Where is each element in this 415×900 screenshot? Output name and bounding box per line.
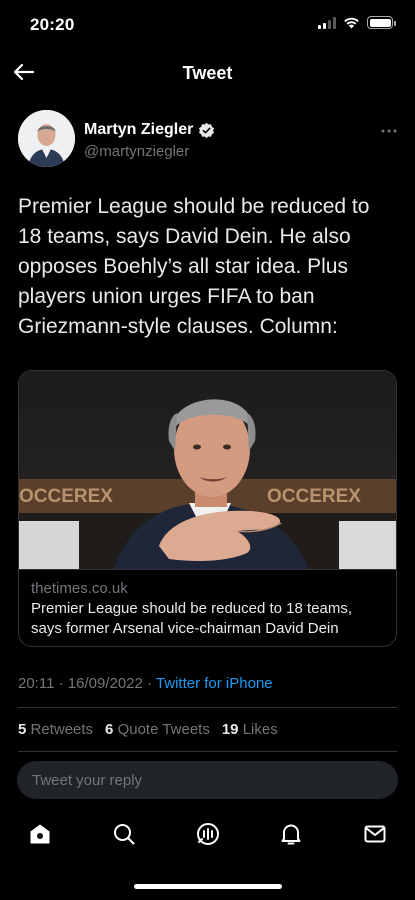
author-row: Martyn Ziegler @martynziegler xyxy=(18,110,397,170)
reply-input[interactable]: Tweet your reply xyxy=(17,761,398,799)
likes-count: 19 xyxy=(221,721,239,738)
tab-spaces[interactable] xyxy=(190,816,226,852)
retweets-count: 5 xyxy=(18,721,27,738)
meta-separator-2: · xyxy=(142,675,156,692)
more-options-button[interactable] xyxy=(381,120,397,138)
card-body: thetimes.co.uk Premier League should be … xyxy=(19,569,396,646)
cellular-signal-icon xyxy=(318,16,336,29)
reply-placeholder: Tweet your reply xyxy=(32,771,143,789)
tweet-stats: 5 Retweets 6 Quote Tweets 19 Likes xyxy=(18,721,278,738)
wifi-icon xyxy=(344,17,359,29)
avatar[interactable] xyxy=(18,110,75,167)
likes-label: Likes xyxy=(242,721,278,738)
card-photo: OCCEREX OCCEREX xyxy=(19,371,396,569)
tab-bar xyxy=(0,810,415,860)
tweet-source-link[interactable]: Twitter for iPhone xyxy=(156,675,273,692)
card-image: OCCEREX OCCEREX xyxy=(19,371,396,569)
meta-separator: · xyxy=(54,675,68,692)
tab-messages[interactable] xyxy=(357,816,393,852)
link-preview-card[interactable]: OCCEREX OCCEREX thetimes.co.uk Premier L… xyxy=(18,370,397,647)
retweets-stat[interactable]: 5 Retweets xyxy=(18,721,93,738)
battery-icon xyxy=(367,16,396,29)
banner-text-left: OCCEREX xyxy=(19,486,113,507)
tweet-text: Premier League should be reduced to 18 t… xyxy=(18,195,370,338)
likes-stat[interactable]: 19 Likes xyxy=(222,721,278,738)
divider xyxy=(18,707,397,708)
messages-icon xyxy=(364,825,386,843)
status-icons xyxy=(318,16,396,29)
notifications-icon xyxy=(281,824,301,845)
search-icon xyxy=(113,824,135,845)
quote-tweets-count: 6 xyxy=(105,721,114,738)
quote-tweets-label: Quote Tweets xyxy=(117,721,210,738)
nav-header: Tweet xyxy=(0,50,415,96)
page-title: Tweet xyxy=(182,63,233,83)
card-domain: thetimes.co.uk xyxy=(31,580,128,597)
card-title: Premier League should be reduced to 18 t… xyxy=(31,600,353,637)
author-name[interactable]: Martyn Ziegler xyxy=(84,121,215,139)
more-horizontal-icon xyxy=(381,129,397,133)
retweets-label: Retweets xyxy=(30,721,94,738)
verified-badge-icon xyxy=(199,122,215,138)
home-icon xyxy=(30,824,50,844)
tweet-meta: 20:11 · 16/09/2022 · Twitter for iPhone xyxy=(18,675,273,692)
tab-notifications[interactable] xyxy=(273,816,309,852)
divider xyxy=(18,751,397,752)
tab-search[interactable] xyxy=(106,816,142,852)
banner-text-right: OCCEREX xyxy=(267,486,361,507)
author-name-text: Martyn Ziegler xyxy=(84,121,194,138)
tweet-date: 16/09/2022 xyxy=(67,675,143,692)
author-handle[interactable]: @martynziegler xyxy=(84,143,189,160)
avatar-portrait-icon xyxy=(18,110,75,167)
tab-home[interactable] xyxy=(22,816,58,852)
tweet-time: 20:11 xyxy=(18,675,55,692)
quote-tweets-stat[interactable]: 6 Quote Tweets xyxy=(105,721,210,738)
home-indicator xyxy=(134,884,282,889)
status-time: 20:20 xyxy=(30,15,75,34)
spaces-icon xyxy=(196,823,219,845)
status-bar: 20:20 xyxy=(0,0,415,50)
